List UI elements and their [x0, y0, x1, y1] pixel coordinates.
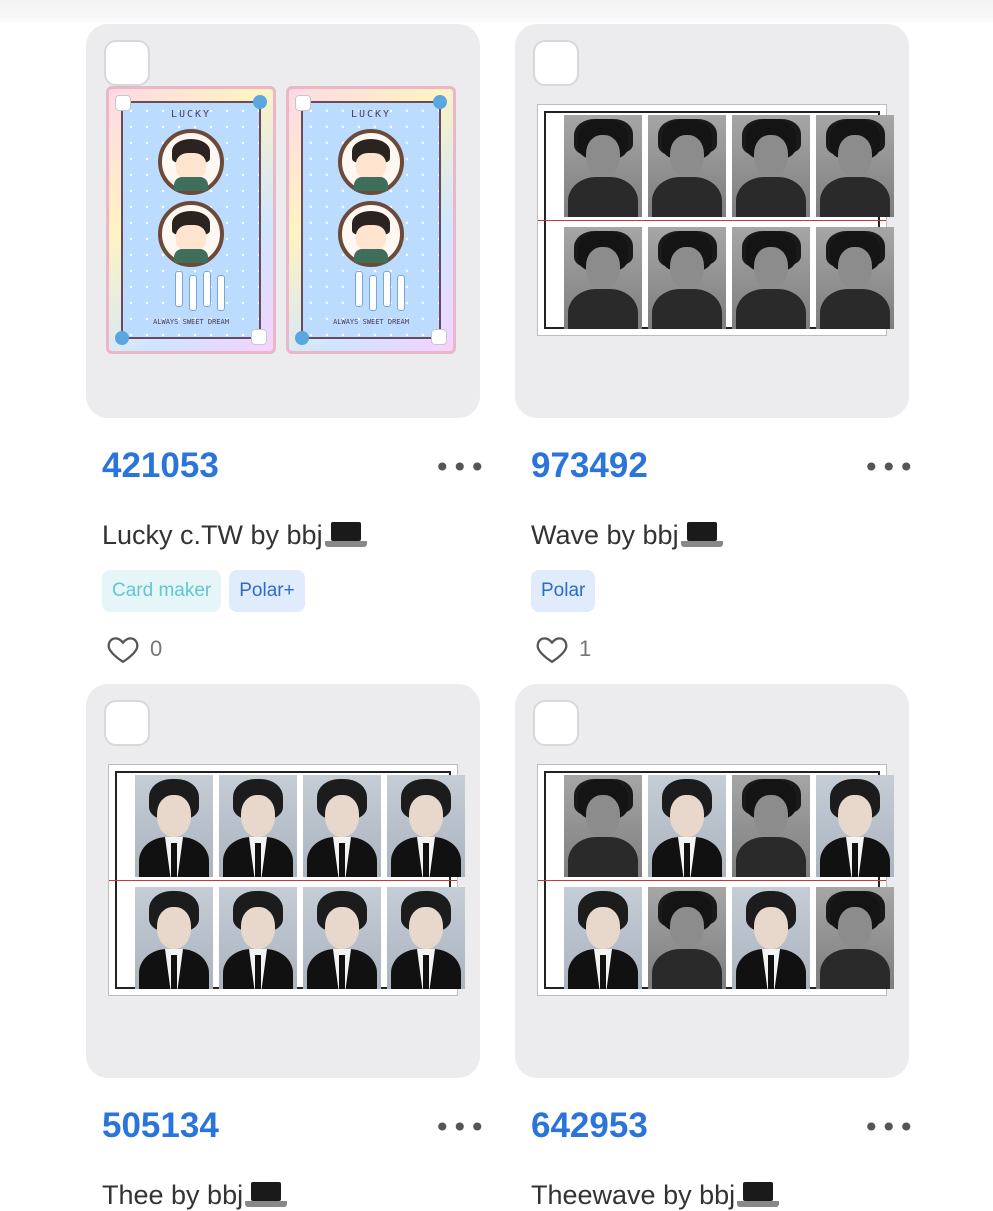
like-control[interactable]: 1: [535, 632, 591, 666]
tag-list: Card maker Polar+: [102, 570, 305, 612]
design-title: Lucky c.TW by bbj: [102, 520, 367, 551]
design-thumbnail[interactable]: [515, 684, 909, 1078]
design-thumbnail[interactable]: LUCKY ALWAYS SWEET DREAM LUCKY ALWAYS SW…: [86, 24, 480, 418]
top-bar: [0, 0, 993, 22]
laptop-icon: [737, 1182, 780, 1208]
lucky-card-right: LUCKY ALWAYS SWEET DREAM: [286, 86, 456, 354]
tag-list: Polar: [531, 570, 596, 612]
photo-sheet: [108, 764, 465, 996]
design-card[interactable]: 505134 ••• Thee by bbj: [86, 684, 486, 1210]
laptop-icon: [324, 522, 367, 548]
design-title: Wave by bbj: [531, 520, 723, 551]
design-thumbnail[interactable]: [86, 684, 480, 1078]
design-title: Theewave by bbj: [531, 1180, 780, 1211]
design-card[interactable]: LUCKY ALWAYS SWEET DREAM LUCKY ALWAYS SW…: [86, 24, 486, 664]
photo-sheet: [537, 104, 894, 336]
tag-polar-plus[interactable]: Polar+: [229, 570, 305, 612]
tag-card-maker[interactable]: Card maker: [102, 570, 222, 612]
more-options-button[interactable]: •••: [863, 454, 916, 482]
like-count: 1: [579, 636, 592, 661]
heart-icon[interactable]: [106, 632, 140, 666]
design-id[interactable]: 973492: [531, 446, 648, 486]
card-footer: ALWAYS SWEET DREAM: [153, 318, 229, 326]
more-dots-icon: •••: [434, 1111, 487, 1144]
design-id[interactable]: 421053: [102, 446, 219, 486]
more-options-button[interactable]: •••: [434, 454, 487, 482]
design-title-text: Lucky c.TW by bbj: [102, 520, 323, 550]
more-options-button[interactable]: •••: [863, 1114, 916, 1142]
design-card[interactable]: 642953 ••• Theewave by bbj: [515, 684, 915, 1210]
card-title: LUCKY: [350, 109, 392, 120]
select-checkbox[interactable]: [104, 40, 150, 86]
design-card[interactable]: 973492 ••• Wave by bbj Polar 1: [515, 24, 915, 664]
design-id[interactable]: 642953: [531, 1106, 648, 1146]
design-title-text: Wave by bbj: [531, 520, 679, 550]
lucky-card-left: LUCKY ALWAYS SWEET DREAM: [106, 86, 276, 354]
design-title-text: Thee by bbj: [102, 1180, 244, 1210]
laptop-icon: [245, 1182, 288, 1208]
design-title: Thee by bbj: [102, 1180, 288, 1211]
design-thumbnail[interactable]: [515, 24, 909, 418]
more-dots-icon: •••: [434, 451, 487, 484]
card-title: LUCKY: [170, 109, 212, 120]
like-count: 0: [150, 636, 163, 661]
select-checkbox[interactable]: [533, 40, 579, 86]
design-title-text: Theewave by bbj: [531, 1180, 736, 1210]
more-dots-icon: •••: [863, 1111, 916, 1144]
select-checkbox[interactable]: [104, 700, 150, 746]
card-footer: ALWAYS SWEET DREAM: [333, 318, 409, 326]
tag-polar[interactable]: Polar: [531, 570, 596, 612]
laptop-icon: [680, 522, 723, 548]
like-control[interactable]: 0: [106, 632, 162, 666]
more-options-button[interactable]: •••: [434, 1114, 487, 1142]
photo-sheet: [537, 764, 894, 996]
design-id[interactable]: 505134: [102, 1106, 219, 1146]
heart-icon[interactable]: [535, 632, 569, 666]
more-dots-icon: •••: [863, 451, 916, 484]
select-checkbox[interactable]: [533, 700, 579, 746]
